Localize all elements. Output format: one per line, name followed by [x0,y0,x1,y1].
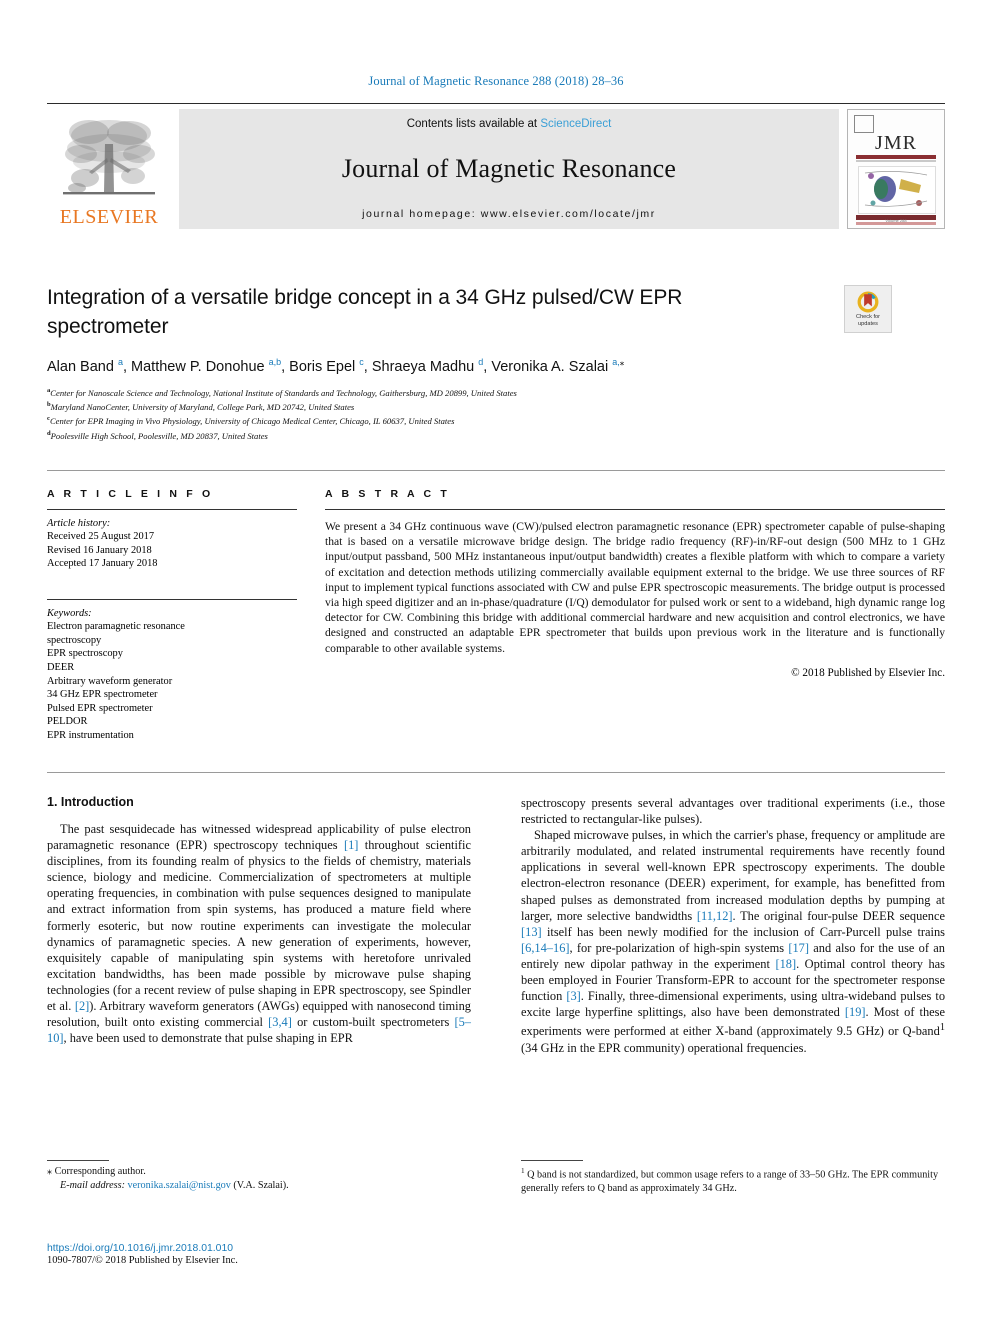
article-history-accepted: Accepted 17 January 2018 [47,558,158,570]
journal-masthead: ELSEVIER Contents lists available at Sci… [47,103,945,229]
keyword-item: Electron paramagnetic resonance [47,621,185,633]
body-top-rule [47,772,945,773]
footnotes-right: 1 Q band is not standardized, but common… [521,1160,945,1196]
doi-link[interactable]: https://doi.org/10.1016/j.jmr.2018.01.01… [47,1243,507,1254]
abstract-text: We present a 34 GHz continuous wave (CW)… [325,520,945,655]
journal-cover-thumbnail: JMR Volume 288 [847,109,945,229]
cover-elsevier-icon [854,115,874,133]
section-heading-introduction: 1. Introduction [47,795,134,809]
author-list: Alan Band a, Matthew P. Donohue a,b, Bor… [47,357,625,375]
article-info-rule [47,509,297,510]
cover-artwork [858,166,936,214]
email-label: E-mail address: [60,1179,125,1191]
article-info-heading: A R T I C L E I N F O [47,488,214,500]
crossmark-label-line2: updates [858,321,878,327]
affiliation-text-b: Maryland NanoCenter, University of Maryl… [50,401,355,412]
keywords-rule [47,598,297,600]
crossmark-icon [857,291,879,313]
article-history: Article history: Received 25 August 2017… [47,517,297,571]
article-info-column: A R T I C L E I N F O Article history: R… [47,488,297,743]
info-section-top-rule [47,470,945,471]
affiliation-b: bMaryland NanoCenter, University of Mary… [47,399,945,413]
keyword-item: EPR instrumentation [47,729,134,741]
crossmark-badge[interactable]: Check for updates [844,285,892,333]
cover-artwork-icon [864,171,928,207]
abstract-rule [325,509,945,510]
page-title: Integration of a versatile bridge concep… [47,286,683,338]
intro-paragraph-2: Shaped microwave pulses, in which the ca… [521,828,946,1055]
crossmark-label-line1: Check for [856,313,880,320]
cover-subtitle-bar-2 [856,160,936,162]
affiliation-a: aCenter for Nanoscale Science and Techno… [47,385,945,399]
keyword-item: EPR spectroscopy [47,648,123,660]
article-history-label: Article history: [47,518,111,529]
footnotes-left: ⁎ Corresponding author. E-mail address: … [47,1160,471,1192]
keyword-item: 34 GHz EPR spectrometer [47,689,158,701]
abstract-heading: A B S T R A C T [325,488,450,500]
masthead-top-rule [47,103,945,104]
journal-homepage-link[interactable]: journal homepage: www.elsevier.com/locat… [362,208,656,220]
footnote-q-band: 1 Q band is not standardized, but common… [521,1165,945,1196]
keyword-item: Arbitrary waveform generator [47,675,173,687]
corresponding-author-marker: ⁎ [47,1166,53,1177]
cover-subtitle-bar [856,155,936,159]
keywords-list: Keywords: Electron paramagnetic resonanc… [47,607,297,743]
corresponding-author-note: ⁎ Corresponding author. E-mail address: … [47,1165,471,1192]
footnote-rule-right [521,1160,583,1161]
cover-wordmark: JMR [875,132,917,154]
body-column-right: spectroscopy presents several advantages… [521,795,945,1056]
corresponding-author-label: Corresponding author. [54,1166,146,1177]
abstract-column: A B S T R A C T We present a 34 GHz cont… [325,488,945,679]
affiliation-d: dPoolesville High School, Poolesville, M… [47,428,945,442]
journal-title: Journal of Magnetic Resonance [341,154,677,183]
intro-paragraph-1: The past sesquidecade has witnessed wide… [47,822,471,1046]
publication-footer: https://doi.org/10.1016/j.jmr.2018.01.01… [47,1243,507,1266]
abstract-copyright: © 2018 Published by Elsevier Inc. [791,666,945,679]
affiliation-list: aCenter for Nanoscale Science and Techno… [47,385,945,442]
body-column-left: 1. Introduction The past sesquidecade ha… [47,795,471,1046]
sciencedirect-link[interactable]: ScienceDirect [540,118,611,130]
keyword-item: Pulsed EPR spectrometer [47,702,153,714]
affiliation-c: cCenter for EPR Imaging in Vivo Physiolo… [47,413,945,427]
keyword-item: PELDOR [47,716,88,728]
issn-copyright-line: 1090-7807/© 2018 Published by Elsevier I… [47,1255,238,1266]
intro-paragraph-1-continued: spectroscopy presents several advantages… [521,796,945,827]
article-history-received: Received 25 August 2017 [47,531,155,543]
affiliation-text-c: Center for EPR Imaging in Vivo Physiolog… [49,416,455,427]
article-history-revised: Revised 16 January 2018 [47,544,152,556]
keyword-item: DEER [47,662,75,673]
footnote-text-1: Q band is not standardized, but common u… [521,1169,939,1194]
affiliation-text-d: Poolesville High School, Poolesville, MD… [50,430,268,441]
masthead-banner: Contents lists available at ScienceDirec… [179,109,839,229]
paper-page: Journal of Magnetic Resonance 288 (2018)… [0,0,992,1323]
running-head: Journal of Magnetic Resonance 288 (2018)… [368,74,624,88]
elsevier-wordmark: ELSEVIER [59,206,159,228]
contents-available-line: Contents lists available at ScienceDirec… [407,118,612,130]
cover-volume-caption: Volume 288 [885,218,907,223]
email-suffix: (V.A. Szalai). [233,1179,289,1191]
elsevier-logo: ELSEVIER [47,109,171,229]
email-link[interactable]: veronika.szalai@nist.gov [128,1180,231,1191]
article-title-block: Integration of a versatile bridge concep… [47,283,945,442]
affiliation-text-a: Center for Nanoscale Science and Technol… [50,387,517,398]
footnote-marker-1: 1 [521,1167,525,1175]
keywords-label: Keywords: [47,607,92,619]
elsevier-tree-icon [63,120,155,195]
footnote-rule-left [47,1160,109,1161]
contents-prefix: Contents lists available at [406,118,541,130]
keyword-item: spectroscopy [47,634,102,646]
